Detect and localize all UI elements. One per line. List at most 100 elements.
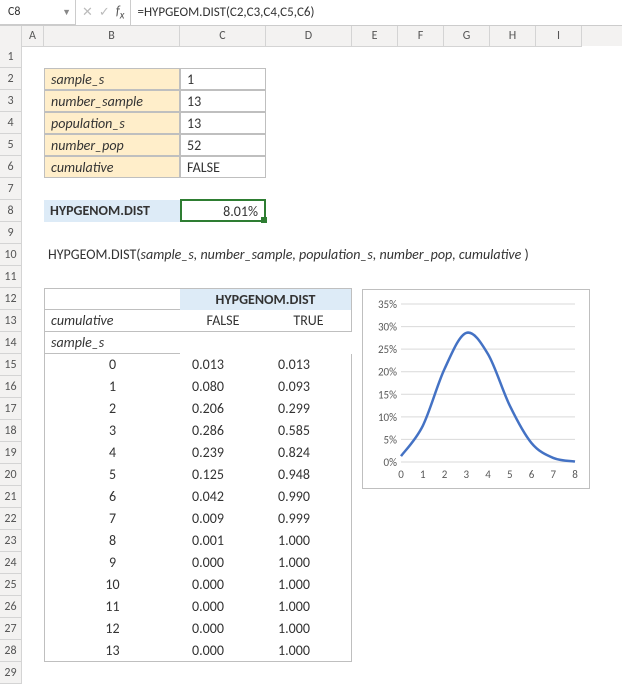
row-header[interactable]: 8: [0, 200, 22, 222]
fx-icon[interactable]: fx: [116, 4, 125, 22]
row-header[interactable]: 13: [0, 310, 22, 332]
row-header[interactable]: 20: [0, 464, 22, 486]
col-header[interactable]: F: [398, 26, 444, 47]
table-row-label[interactable]: cumulative: [44, 310, 180, 332]
table-cell-s[interactable]: 3: [44, 420, 180, 442]
table-title[interactable]: HYPGENOM.DIST: [180, 288, 352, 310]
formula-input[interactable]: =HYPGEOM.DIST(C2,C3,C4,C5,C6): [131, 5, 622, 20]
row-header[interactable]: 6: [0, 156, 22, 178]
table-cell-true[interactable]: 0.299: [266, 398, 352, 420]
table-cell-false[interactable]: 0.000: [180, 596, 266, 618]
cells-area[interactable]: sample_s 1 number_sample 13 population_s…: [22, 46, 622, 684]
row-header[interactable]: 19: [0, 442, 22, 464]
table-cell-true[interactable]: 1.000: [266, 618, 352, 640]
table-cell-s[interactable]: 11: [44, 596, 180, 618]
table-cell-s[interactable]: 13: [44, 640, 180, 662]
row-header[interactable]: 22: [0, 508, 22, 530]
cancel-icon[interactable]: ✕: [82, 5, 93, 20]
row-header[interactable]: 3: [0, 90, 22, 112]
row-header[interactable]: 28: [0, 640, 22, 662]
row-header[interactable]: 17: [0, 398, 22, 420]
table-cell-true[interactable]: 0.999: [266, 508, 352, 530]
chevron-down-icon[interactable]: ▼: [62, 7, 71, 18]
row-header[interactable]: 18: [0, 420, 22, 442]
table-cell-false[interactable]: 0.009: [180, 508, 266, 530]
table-cell-false[interactable]: 0.125: [180, 464, 266, 486]
active-cell[interactable]: 8.01%: [180, 199, 266, 222]
table-cell-true[interactable]: 1.000: [266, 530, 352, 552]
param-label[interactable]: population_s: [44, 112, 180, 134]
syntax-text[interactable]: HYPGEOM.DIST(sample_s, number_sample, po…: [44, 244, 564, 266]
row-header[interactable]: 11: [0, 266, 22, 288]
name-box[interactable]: C8 ▼: [0, 0, 76, 25]
table-cell-false[interactable]: 0.206: [180, 398, 266, 420]
param-label[interactable]: sample_s: [44, 68, 180, 90]
table-cell-s[interactable]: 12: [44, 618, 180, 640]
table-cell-true[interactable]: 0.824: [266, 442, 352, 464]
table-cell-s[interactable]: 2: [44, 398, 180, 420]
row-header[interactable]: 1: [0, 46, 22, 68]
row-header[interactable]: 21: [0, 486, 22, 508]
table-cell-true[interactable]: 1.000: [266, 640, 352, 662]
table-row-label[interactable]: sample_s: [44, 332, 180, 354]
select-all-corner[interactable]: [0, 26, 22, 47]
table-cell-s[interactable]: 9: [44, 552, 180, 574]
col-header[interactable]: G: [444, 26, 490, 47]
table-cell-true[interactable]: 1.000: [266, 552, 352, 574]
col-header[interactable]: I: [536, 26, 582, 47]
param-value[interactable]: 13: [180, 112, 266, 134]
param-value[interactable]: 52: [180, 134, 266, 156]
table-cell-false[interactable]: 0.000: [180, 640, 266, 662]
row-header[interactable]: 12: [0, 288, 22, 310]
table-cell-true[interactable]: 0.013: [266, 354, 352, 376]
row-header[interactable]: 4: [0, 112, 22, 134]
chart[interactable]: 0%5%10%15%20%25%30%35%012345678: [362, 289, 590, 489]
table-cell-s[interactable]: 0: [44, 354, 180, 376]
table-cell-s[interactable]: 7: [44, 508, 180, 530]
table-cell-false[interactable]: 0.013: [180, 354, 266, 376]
row-header[interactable]: 14: [0, 332, 22, 354]
table-cell-false[interactable]: 0.286: [180, 420, 266, 442]
param-value[interactable]: FALSE: [180, 156, 266, 178]
row-header[interactable]: 5: [0, 134, 22, 156]
table-cell-false[interactable]: 0.000: [180, 552, 266, 574]
table-cell-true[interactable]: 0.093: [266, 376, 352, 398]
row-header[interactable]: 23: [0, 530, 22, 552]
table-cell-true[interactable]: 0.990: [266, 486, 352, 508]
table-cell-false[interactable]: 0.239: [180, 442, 266, 464]
table-cell-s[interactable]: 1: [44, 376, 180, 398]
table-cell-false[interactable]: 0.080: [180, 376, 266, 398]
table-cell-false[interactable]: 0.000: [180, 618, 266, 640]
row-header[interactable]: 27: [0, 618, 22, 640]
table-cell-true[interactable]: 1.000: [266, 574, 352, 596]
table-cell-s[interactable]: 4: [44, 442, 180, 464]
param-label[interactable]: number_sample: [44, 90, 180, 112]
table-cell-false[interactable]: 0.001: [180, 530, 266, 552]
col-header[interactable]: A: [22, 26, 44, 47]
row-header[interactable]: 15: [0, 354, 22, 376]
table-cell-true[interactable]: 0.948: [266, 464, 352, 486]
table-cell-s[interactable]: 10: [44, 574, 180, 596]
param-value[interactable]: 13: [180, 90, 266, 112]
row-header[interactable]: 2: [0, 68, 22, 90]
row-header[interactable]: 10: [0, 244, 22, 266]
fill-handle[interactable]: [261, 217, 267, 223]
table-cell-true[interactable]: 1.000: [266, 596, 352, 618]
table-col-header[interactable]: TRUE: [266, 310, 352, 332]
col-header[interactable]: B: [44, 26, 180, 47]
row-header[interactable]: 26: [0, 596, 22, 618]
row-header[interactable]: 29: [0, 662, 22, 684]
table-title-spacer[interactable]: [44, 288, 180, 310]
param-label[interactable]: cumulative: [44, 156, 180, 178]
table-cell-false[interactable]: 0.000: [180, 574, 266, 596]
row-header[interactable]: 7: [0, 178, 22, 200]
col-header[interactable]: D: [266, 26, 352, 47]
col-header[interactable]: C: [180, 26, 266, 47]
param-label[interactable]: number_pop: [44, 134, 180, 156]
col-header[interactable]: H: [490, 26, 536, 47]
col-header[interactable]: E: [352, 26, 398, 47]
table-cell-false[interactable]: 0.042: [180, 486, 266, 508]
row-header[interactable]: 24: [0, 552, 22, 574]
row-header[interactable]: 16: [0, 376, 22, 398]
table-cell-s[interactable]: 6: [44, 486, 180, 508]
